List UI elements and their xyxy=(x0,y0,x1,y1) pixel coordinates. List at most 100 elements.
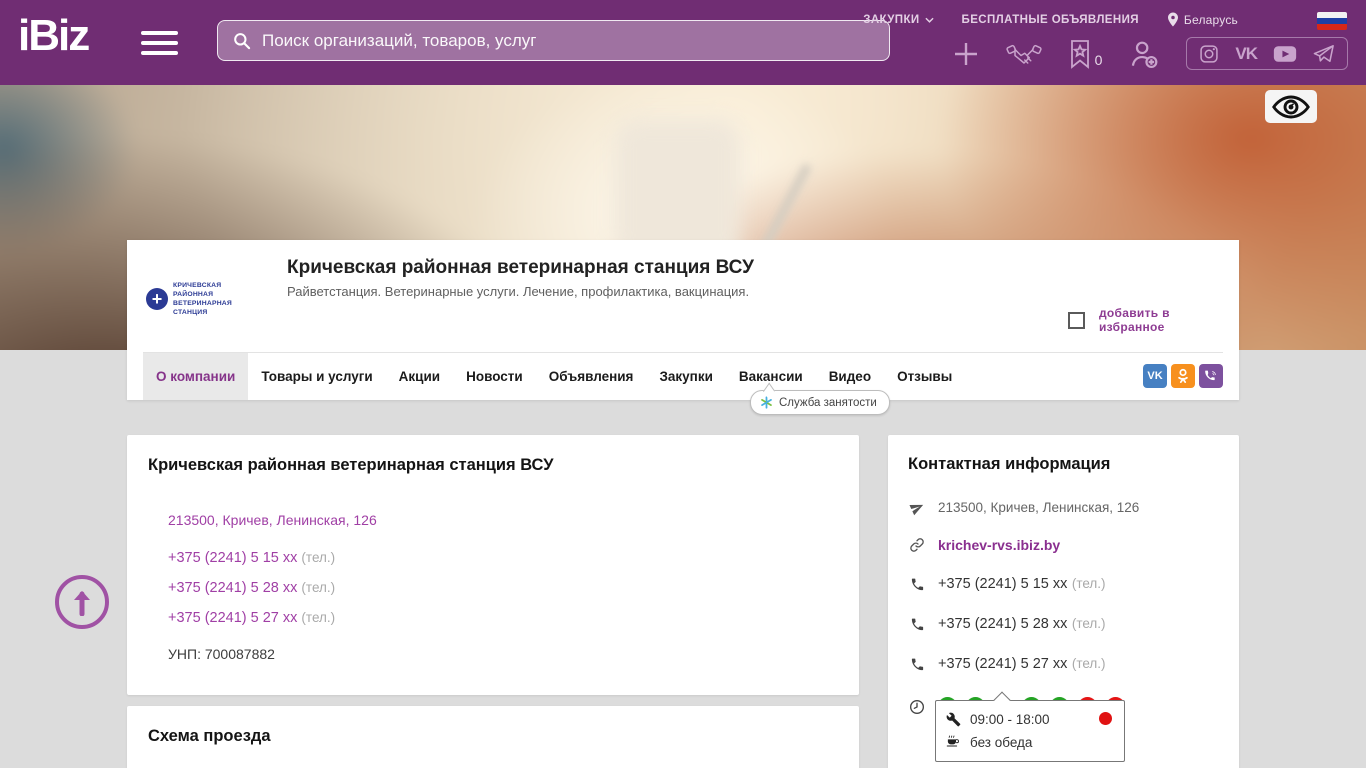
veterinary-cross-icon: + xyxy=(146,288,168,310)
favorite-label: добавить в избранное xyxy=(1099,306,1170,334)
about-phone-row: +375 (2241) 5 15 xx (тел.) xyxy=(168,550,838,566)
company-tabs: О компании Товары и услуги Акции Новости… xyxy=(143,352,1223,400)
phone-note: (тел.) xyxy=(1071,576,1106,591)
contact-phone-row: +375 (2241) 5 15 xx (тел.) xyxy=(908,575,1219,593)
tab-about[interactable]: О компании xyxy=(143,353,249,400)
login-button[interactable] xyxy=(1128,38,1160,70)
employment-service-icon xyxy=(760,396,773,409)
phone-note: (тел.) xyxy=(301,580,336,595)
phone-link[interactable]: +375 (2241) 5 27 xx xyxy=(168,610,297,626)
tab-ads[interactable]: Объявления xyxy=(536,353,647,400)
header-icons: 0 VK xyxy=(952,37,1348,70)
add-company-button[interactable] xyxy=(952,40,980,68)
company-logo-text-1: КРИЧЕВСКАЯ РАЙОННАЯ xyxy=(173,281,222,298)
header-social-links: VK xyxy=(1186,37,1348,70)
handshake-icon xyxy=(1005,40,1042,68)
menu-zakupki-label: ЗАКУПКИ xyxy=(863,13,920,26)
site-header: iBiz ЗАКУПКИ БЕСПЛАТНЫЕ ОБЪЯВЛЕНИЯ Белар… xyxy=(0,0,1366,85)
search-bar[interactable] xyxy=(217,20,890,61)
schedule-tooltip: 09:00 - 18:00 без обеда xyxy=(935,700,1125,762)
phone-icon xyxy=(908,577,926,592)
hamburger-menu-icon[interactable] xyxy=(141,31,178,55)
about-section: Кричевская районная ветеринарная станция… xyxy=(127,435,859,695)
phone-note: (тел.) xyxy=(301,610,336,625)
user-add-icon xyxy=(1128,38,1160,70)
vacancies-tooltip: Служба занятости xyxy=(750,390,890,415)
tab-news[interactable]: Новости xyxy=(453,353,536,400)
phone-note: (тел.) xyxy=(1071,616,1106,631)
about-address-link[interactable]: 213500, Кричев, Ленинская, 126 xyxy=(168,512,377,528)
contact-phone-row: +375 (2241) 5 27 xx (тел.) xyxy=(908,655,1219,673)
language-flag-ru[interactable] xyxy=(1317,12,1347,30)
add-to-favorites[interactable]: добавить в избранное xyxy=(1068,306,1239,334)
region-label: Беларусь xyxy=(1183,12,1238,27)
lunch-info: без обеда xyxy=(970,735,1033,750)
bookmarks-count: 0 xyxy=(1094,51,1103,68)
contact-website-row: krichev-rvs.ibiz.by xyxy=(908,537,1219,553)
company-header-card: + КРИЧЕВСКАЯ РАЙОННАЯ ВЕТЕРИНАРНАЯ СТАНЦ… xyxy=(127,240,1239,400)
partnership-button[interactable] xyxy=(1005,40,1042,68)
arrow-up-icon xyxy=(70,588,94,616)
company-social-buttons: VK xyxy=(1143,364,1223,388)
map-section: Схема проезда xyxy=(127,706,859,768)
contact-title: Контактная информация xyxy=(908,455,1111,473)
favorite-checkbox[interactable] xyxy=(1068,311,1085,329)
ibiz-logo[interactable]: iBiz xyxy=(18,11,90,60)
phone-link[interactable]: +375 (2241) 5 15 xx xyxy=(168,550,297,566)
accessibility-eye-button[interactable] xyxy=(1265,90,1317,123)
phone-link[interactable]: +375 (2241) 5 28 xx xyxy=(938,616,1067,632)
contact-phone-row: +375 (2241) 5 28 xx (тел.) xyxy=(908,615,1219,633)
tab-reviews[interactable]: Отзывы xyxy=(884,353,965,400)
coffee-cup-icon xyxy=(946,735,961,750)
company-logo-text-2: ВЕТЕРИНАРНАЯ СТАНЦИЯ xyxy=(173,300,232,317)
contact-address: 213500, Кричев, Ленинская, 126 xyxy=(938,500,1140,515)
telegram-icon[interactable] xyxy=(1313,44,1335,64)
phone-note: (тел.) xyxy=(1071,656,1106,671)
unp-number: УНП: 700087882 xyxy=(168,646,275,662)
tab-procurement[interactable]: Закупки xyxy=(646,353,725,400)
phone-icon xyxy=(908,617,926,632)
about-phone-row: +375 (2241) 5 28 xx (тел.) xyxy=(168,580,838,596)
bookmarks-button[interactable]: 0 xyxy=(1068,39,1103,69)
company-name: Кричевская районная ветеринарная станция… xyxy=(287,257,754,278)
clock-icon xyxy=(908,699,926,715)
working-hours: 09:00 - 18:00 xyxy=(970,712,1050,727)
header-top-links: ЗАКУПКИ БЕСПЛАТНЫЕ ОБЪЯВЛЕНИЯ Беларусь xyxy=(863,12,1238,27)
phone-icon xyxy=(908,657,926,672)
phone-link[interactable]: +375 (2241) 5 28 xx xyxy=(168,580,297,596)
map-title: Схема проезда xyxy=(148,727,271,745)
company-logo: + КРИЧЕВСКАЯ РАЙОННАЯ ВЕТЕРИНАРНАЯ СТАНЦ… xyxy=(143,252,255,346)
company-website-link[interactable]: krichev-rvs.ibiz.by xyxy=(938,537,1060,553)
viber-button[interactable] xyxy=(1199,364,1223,388)
navigation-arrow-icon xyxy=(908,500,926,516)
phone-note: (тел.) xyxy=(301,550,336,565)
ok-share-button[interactable] xyxy=(1171,364,1195,388)
plus-icon xyxy=(952,40,980,68)
open-status-dot xyxy=(1099,712,1112,725)
youtube-icon[interactable] xyxy=(1273,45,1297,63)
search-input[interactable] xyxy=(262,30,875,51)
vk-share-button[interactable]: VK xyxy=(1143,364,1167,388)
instagram-icon[interactable] xyxy=(1199,44,1219,64)
chevron-down-icon xyxy=(924,17,934,23)
tools-icon xyxy=(946,712,961,727)
about-phone-row: +375 (2241) 5 27 xx (тел.) xyxy=(168,610,838,626)
region-selector[interactable]: Беларусь xyxy=(1167,12,1238,27)
search-icon xyxy=(232,31,252,51)
vk-icon[interactable]: VK xyxy=(1235,44,1258,64)
menu-zakupki[interactable]: ЗАКУПКИ xyxy=(863,13,934,26)
link-icon xyxy=(908,537,926,553)
company-description: Райветстанция. Ветеринарные услуги. Лече… xyxy=(287,284,750,299)
location-pin-icon xyxy=(1167,12,1179,27)
bookmark-star-icon xyxy=(1068,39,1092,69)
tab-products[interactable]: Товары и услуги xyxy=(248,353,385,400)
phone-link[interactable]: +375 (2241) 5 15 xx xyxy=(938,576,1067,592)
menu-free-ads[interactable]: БЕСПЛАТНЫЕ ОБЪЯВЛЕНИЯ xyxy=(962,14,1139,26)
tab-promos[interactable]: Акции xyxy=(386,353,453,400)
phone-link[interactable]: +375 (2241) 5 27 xx xyxy=(938,656,1067,672)
scroll-to-top-button[interactable] xyxy=(55,575,109,629)
eye-icon xyxy=(1271,94,1311,120)
about-title: Кричевская районная ветеринарная станция… xyxy=(148,456,554,474)
menu-free-ads-label: БЕСПЛАТНЫЕ ОБЪЯВЛЕНИЯ xyxy=(961,13,1139,26)
contact-address-row: 213500, Кричев, Ленинская, 126 xyxy=(908,500,1219,516)
